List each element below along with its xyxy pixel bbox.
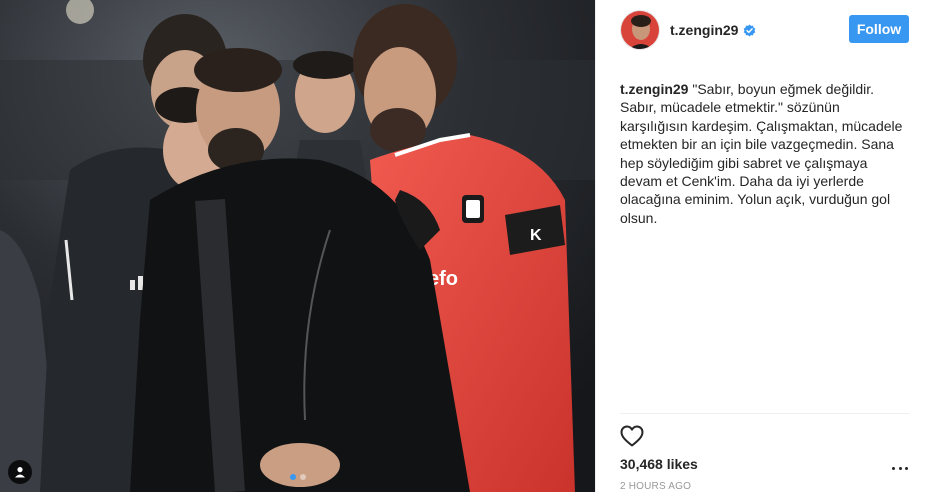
- avatar-image: [621, 11, 659, 49]
- avatar[interactable]: [620, 10, 660, 50]
- svg-text:K: K: [530, 227, 542, 244]
- carousel-indicator: [0, 474, 595, 480]
- heart-icon[interactable]: [620, 425, 644, 447]
- divider: [620, 413, 909, 414]
- follow-button[interactable]: Follow: [849, 15, 909, 43]
- instagram-post: K efo t.zengin29 Follow t.zengin29 "Sabı…: [0, 0, 932, 492]
- caption-text: "Sabır, boyun eğmek değildir. Sabır, müc…: [620, 81, 903, 226]
- more-options-icon[interactable]: [892, 463, 908, 473]
- post-photo-image: K efo: [0, 0, 595, 492]
- post-caption: t.zengin29 "Sabır, boyun eğmek değildir.…: [620, 80, 905, 227]
- verified-badge-icon: [744, 23, 756, 37]
- like-count[interactable]: 30,468 likes: [620, 456, 698, 472]
- header-username[interactable]: t.zengin29: [670, 22, 738, 38]
- post-header: t.zengin29 Follow: [596, 0, 932, 60]
- caption-username[interactable]: t.zengin29: [620, 81, 688, 97]
- post-sidebar: t.zengin29 Follow t.zengin29 "Sabır, boy…: [595, 0, 932, 492]
- action-bar: [620, 424, 644, 448]
- tagged-users-button[interactable]: [8, 460, 32, 484]
- carousel-dot[interactable]: [299, 474, 306, 480]
- post-timestamp[interactable]: 2 HOURS AGO: [620, 481, 691, 492]
- post-photo[interactable]: K efo: [0, 0, 595, 492]
- carousel-dot[interactable]: [289, 474, 296, 480]
